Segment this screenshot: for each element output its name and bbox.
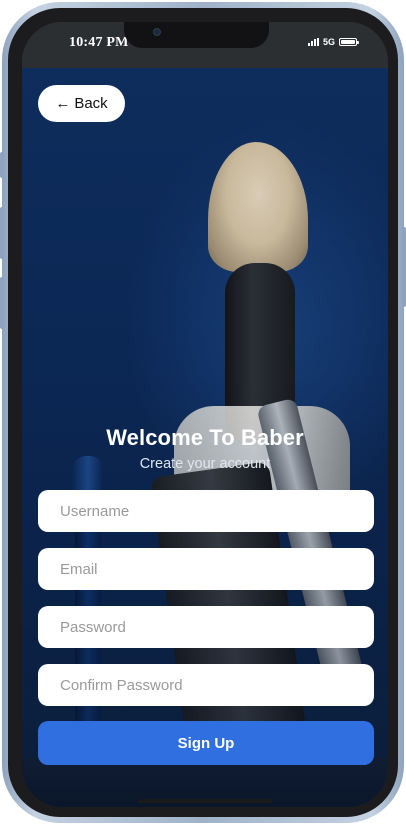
status-time: 10:47 PM [69,35,129,50]
status-icons: 5G [307,37,359,47]
battery-level [341,40,355,44]
sign-up-button[interactable]: Sign Up [38,721,374,765]
username-field[interactable] [38,490,374,532]
camera-icon [153,28,161,36]
left-arrow-icon: ← [55,95,71,112]
volume-up-button [0,207,4,259]
back-label: Back [74,95,108,112]
status-bar: 10:47 PM 5G [22,22,388,68]
signal-icon [307,38,319,46]
side-button [0,152,4,178]
email-field[interactable] [38,548,374,590]
network-label: 5G [322,37,335,47]
power-button [402,227,406,307]
home-indicator [138,799,272,803]
confirm-password-field[interactable] [38,664,374,706]
volume-down-button [0,277,4,329]
notch [124,22,269,48]
battery-icon [339,38,359,46]
back-button[interactable]: ← Back [38,85,125,122]
page-subtitle: Create your account [139,456,271,472]
page-title: Welcome To Baber [106,425,304,450]
password-field[interactable] [38,606,374,648]
screen: 10:47 PM 5G ← Back Welcome To Baber Crea… [22,22,388,807]
phone-frame: 10:47 PM 5G ← Back Welcome To Baber Crea… [0,2,406,823]
